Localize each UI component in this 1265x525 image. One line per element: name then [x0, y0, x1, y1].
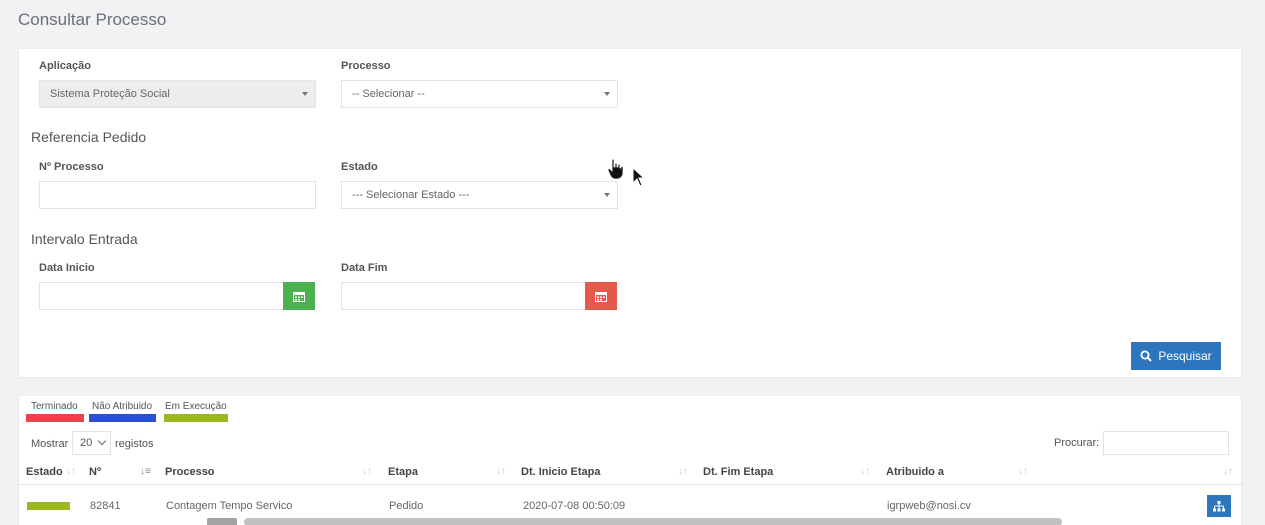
- legend-nao-atribuido: Não Atribuido: [92, 401, 153, 412]
- column-header-dt-inicio[interactable]: Dt. Inicio Etapa: [521, 466, 600, 478]
- page-size-value: 20: [80, 437, 93, 449]
- aplicacao-label: Aplicação: [39, 60, 91, 72]
- row-state-indicator: [27, 502, 70, 510]
- caret-down-icon: [604, 92, 610, 96]
- pesquisar-button[interactable]: Pesquisar: [1131, 342, 1221, 370]
- horizontal-scrollbar-arrow[interactable]: [207, 518, 237, 525]
- table-search-input[interactable]: [1103, 431, 1229, 455]
- intervalo-entrada-title: Intervalo Entrada: [31, 231, 138, 247]
- row-dt-inicio: 2020-07-08 00:50:09: [523, 500, 626, 512]
- estado-select-value: --- Selecionar Estado ---: [352, 189, 470, 201]
- data-inicio-label: Data Inicio: [39, 262, 95, 274]
- pesquisar-button-label: Pesquisar: [1158, 349, 1212, 363]
- calendar-icon: [595, 291, 607, 302]
- hand-cursor-icon: [607, 158, 624, 180]
- data-fim-calendar-button[interactable]: [585, 282, 617, 310]
- sort-icon[interactable]: ↓↑: [860, 466, 870, 477]
- legend-em-execucao-bar: [164, 414, 228, 422]
- arrow-cursor-icon: [632, 167, 646, 187]
- sort-icon[interactable]: ↓↑: [66, 466, 76, 477]
- calendar-icon: [293, 291, 305, 302]
- horizontal-scrollbar-thumb[interactable]: [244, 518, 1062, 525]
- show-label: Mostrar: [31, 438, 69, 450]
- sort-icon[interactable]: ↓↑: [1223, 466, 1233, 477]
- chevron-down-icon: [97, 436, 107, 446]
- processo-select[interactable]: -- Selecionar --: [341, 80, 618, 108]
- column-header-processo[interactable]: Processo: [165, 466, 215, 478]
- sort-icon[interactable]: ↓↑: [362, 466, 372, 477]
- aplicacao-select-value: Sistema Proteção Social: [50, 88, 170, 100]
- aplicacao-select[interactable]: Sistema Proteção Social: [39, 80, 316, 108]
- estado-select[interactable]: --- Selecionar Estado ---: [341, 181, 618, 209]
- legend-em-execucao: Em Execução: [165, 401, 227, 412]
- num-processo-label: Nº Processo: [39, 161, 104, 173]
- table-search-label: Procurar:: [1054, 437, 1100, 449]
- legend-nao-atribuido-bar: [89, 414, 156, 422]
- sort-desc-icon[interactable]: ↓≡: [140, 466, 151, 477]
- caret-down-icon: [302, 92, 308, 96]
- column-header-atribuido[interactable]: Atribuido a: [886, 466, 944, 478]
- row-processo: Contagem Tempo Servico: [166, 500, 293, 512]
- row-etapa: Pedido: [389, 500, 424, 512]
- data-inicio-input[interactable]: [39, 282, 284, 310]
- row-numero: 82841: [90, 500, 121, 512]
- column-header-etapa[interactable]: Etapa: [388, 466, 418, 478]
- records-label: registos: [115, 438, 154, 450]
- data-fim-input[interactable]: [341, 282, 586, 310]
- data-fim-label: Data Fim: [341, 262, 388, 274]
- row-process-map-button[interactable]: [1207, 495, 1231, 517]
- data-inicio-calendar-button[interactable]: [283, 282, 315, 310]
- page-size-select[interactable]: 20: [72, 431, 111, 455]
- row-atribuido: igrpweb@nosi.cv: [887, 500, 971, 512]
- sort-icon[interactable]: ↓↑: [496, 466, 506, 477]
- table-header-divider: [19, 484, 1243, 485]
- sort-icon[interactable]: ↓↑: [1018, 466, 1028, 477]
- legend-terminado: Terminado: [31, 401, 78, 412]
- legend-terminado-bar: [26, 414, 84, 422]
- referencia-pedido-title: Referencia Pedido: [31, 129, 147, 145]
- num-processo-input[interactable]: [39, 181, 316, 209]
- search-form-panel: Aplicação Sistema Proteção Social Proces…: [18, 48, 1242, 378]
- results-panel: Terminado Não Atribuido Em Execução Most…: [18, 395, 1243, 525]
- search-icon: [1140, 350, 1153, 362]
- column-header-estado[interactable]: Estado: [26, 466, 63, 478]
- processo-select-value: -- Selecionar --: [352, 88, 425, 100]
- column-header-numero[interactable]: Nº: [89, 466, 101, 478]
- caret-down-icon: [604, 193, 610, 197]
- page-title: Consultar Processo: [18, 10, 167, 29]
- estado-label: Estado: [341, 161, 378, 173]
- column-header-dt-fim[interactable]: Dt. Fim Etapa: [703, 466, 773, 478]
- processo-label: Processo: [341, 60, 391, 72]
- sitemap-icon: [1213, 500, 1225, 511]
- sort-icon[interactable]: ↓↑: [678, 466, 688, 477]
